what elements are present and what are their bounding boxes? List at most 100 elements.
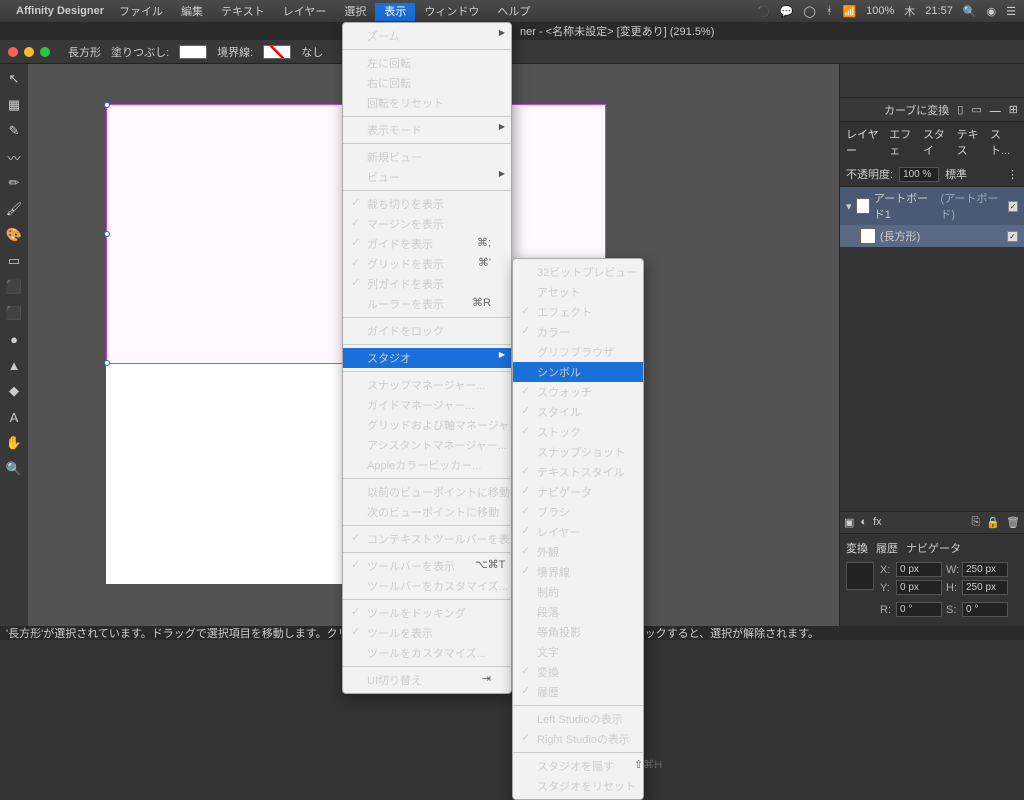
- tool-2[interactable]: ✎: [5, 122, 23, 140]
- panel-tab[interactable]: エフェ: [889, 126, 919, 158]
- app-name[interactable]: Affinity Designer: [16, 5, 104, 17]
- menu-item[interactable]: ツールバーを表示⌥⌘T: [343, 556, 511, 576]
- panel-tabs[interactable]: レイヤーエフェスタイテキススト...: [840, 122, 1024, 162]
- layer-row-rect[interactable]: (長方形) ✓: [840, 225, 1024, 247]
- zoom-window-icon[interactable]: [40, 47, 50, 57]
- menu-item[interactable]: ガイドマネージャー...: [343, 395, 511, 415]
- menu-item[interactable]: スナップマネージャー...: [343, 375, 511, 395]
- x-input[interactable]: [896, 562, 942, 577]
- menu-item[interactable]: グリッドを表示⌘': [343, 254, 511, 274]
- menu-item[interactable]: 履歴: [513, 682, 643, 702]
- view-menu[interactable]: ズーム左に回転右に回転回転をリセット表示モード新規ビュービュー裁ち切りを表示マー…: [342, 22, 512, 694]
- s-input[interactable]: [962, 602, 1008, 617]
- menu-item[interactable]: アセット: [513, 282, 643, 302]
- menu-item[interactable]: 左に回転: [343, 53, 511, 73]
- anchor-widget[interactable]: [846, 562, 874, 590]
- menu-item[interactable]: スタジオ: [343, 348, 511, 368]
- minimize-window-icon[interactable]: [24, 47, 34, 57]
- opacity-input[interactable]: [899, 167, 939, 182]
- tool-8[interactable]: ⬛: [5, 278, 23, 296]
- handle-nw[interactable]: [104, 102, 110, 108]
- tool-5[interactable]: 🖌: [5, 200, 23, 218]
- visibility-checkbox[interactable]: ✓: [1007, 231, 1018, 242]
- close-window-icon[interactable]: [8, 47, 18, 57]
- panel-tab[interactable]: テキス: [957, 126, 986, 158]
- menu-item[interactable]: ルーラーを表示⌘R: [343, 294, 511, 314]
- transform-tabs[interactable]: 変換履歴ナビゲータ: [846, 540, 1018, 556]
- menu-item[interactable]: 段落: [513, 602, 643, 622]
- transform-tab[interactable]: ナビゲータ: [906, 540, 961, 556]
- menu-item[interactable]: ガイドをロック: [343, 321, 511, 341]
- menu-item[interactable]: エフェクト: [513, 302, 643, 322]
- menu-item[interactable]: 32ビットプレビュー: [513, 262, 643, 282]
- align-icon[interactable]: ▯: [957, 103, 963, 116]
- menu-item[interactable]: Appleカラーピッカー...: [343, 455, 511, 475]
- panel-tab[interactable]: スト...: [990, 126, 1018, 158]
- menu-item[interactable]: グリッドおよび軸マネージャー...: [343, 415, 511, 435]
- panel-tab[interactable]: レイヤー: [846, 126, 885, 158]
- menu-item[interactable]: スタイル: [513, 402, 643, 422]
- panel-menu-icon[interactable]: ⋮: [1007, 168, 1018, 181]
- tool-4[interactable]: ✏: [5, 174, 23, 192]
- menu-item[interactable]: 新規ビュー: [343, 147, 511, 167]
- handle-sw[interactable]: [104, 360, 110, 366]
- disclosure-icon[interactable]: ▾: [846, 200, 852, 213]
- menu-item[interactable]: 表示モード: [343, 120, 511, 140]
- tool-9[interactable]: ⬛: [5, 304, 23, 322]
- transform-tab[interactable]: 変換: [846, 540, 868, 556]
- menu-item[interactable]: 外観: [513, 542, 643, 562]
- menu-ファイル[interactable]: ファイル: [110, 3, 172, 21]
- tool-12[interactable]: ◆: [5, 382, 23, 400]
- menu-item[interactable]: コンテキストツールバーを表示: [343, 529, 511, 549]
- menu-item[interactable]: 右に回転: [343, 73, 511, 93]
- fx-icon[interactable]: fx: [873, 516, 882, 529]
- lock-icon[interactable]: 🔒: [986, 516, 1000, 529]
- fill-swatch[interactable]: [179, 45, 207, 59]
- menu-item[interactable]: 裁ち切りを表示: [343, 194, 511, 214]
- menu-ウィンドウ[interactable]: ウィンドウ: [415, 3, 488, 21]
- menu-item[interactable]: カラー: [513, 322, 643, 342]
- mask-icon[interactable]: ▣: [844, 516, 854, 529]
- menu-item[interactable]: ツールバーをカスタマイズ...: [343, 576, 511, 596]
- tool-3[interactable]: 〰: [5, 148, 23, 166]
- menu-item[interactable]: ツールを表示: [343, 623, 511, 643]
- layer-row-artboard[interactable]: ▾ アートボード1 (アートボード) ✓: [840, 187, 1024, 225]
- menu-item[interactable]: マージンを表示: [343, 214, 511, 234]
- menu-item[interactable]: グリフブラウザ: [513, 342, 643, 362]
- menu-item[interactable]: レイヤー: [513, 522, 643, 542]
- menu-item[interactable]: ズーム: [343, 26, 511, 46]
- layer-name[interactable]: アートボード1: [874, 190, 937, 222]
- adjust-icon[interactable]: ◐: [860, 516, 867, 529]
- panel-tab[interactable]: スタイ: [923, 126, 953, 158]
- menu-item[interactable]: ナビゲータ: [513, 482, 643, 502]
- search-icon[interactable]: 🔍: [963, 5, 977, 18]
- transform-tab[interactable]: 履歴: [876, 540, 898, 556]
- tool-7[interactable]: ▭: [5, 252, 23, 270]
- align-icon[interactable]: ⊞: [1009, 103, 1018, 116]
- menu-item[interactable]: スタジオをリセット: [513, 776, 643, 796]
- menu-item[interactable]: ガイドを表示⌘;: [343, 234, 511, 254]
- align-icon[interactable]: ▭: [971, 103, 981, 116]
- menu-item[interactable]: 制約: [513, 582, 643, 602]
- menu-選択[interactable]: 選択: [335, 3, 375, 21]
- menu-item[interactable]: 変換: [513, 662, 643, 682]
- menu-item[interactable]: スナップショット: [513, 442, 643, 462]
- stroke-value[interactable]: なし: [301, 44, 323, 60]
- menu-item[interactable]: 列ガイドを表示: [343, 274, 511, 294]
- siri-icon[interactable]: ◉: [987, 5, 997, 18]
- menu-item[interactable]: スタジオを隠す⇧⌘H: [513, 756, 643, 776]
- menu-ヘルプ[interactable]: ヘルプ: [488, 3, 539, 21]
- tool-14[interactable]: ✋: [5, 434, 23, 452]
- tool-1[interactable]: ▦: [5, 96, 23, 114]
- menu-item[interactable]: ブラシ: [513, 502, 643, 522]
- menu-item[interactable]: 回転をリセット: [343, 93, 511, 113]
- tool-13[interactable]: A: [5, 408, 23, 426]
- menu-表示[interactable]: 表示: [375, 3, 415, 21]
- menu-item[interactable]: ツールをドッキング: [343, 603, 511, 623]
- menu-item[interactable]: ストック: [513, 422, 643, 442]
- curve-convert[interactable]: カーブに変換: [884, 102, 949, 118]
- tool-11[interactable]: ▲: [5, 356, 23, 374]
- menu-item[interactable]: 等角投影: [513, 622, 643, 642]
- list-icon[interactable]: ☰: [1006, 5, 1016, 18]
- tool-15[interactable]: 🔍: [5, 460, 23, 478]
